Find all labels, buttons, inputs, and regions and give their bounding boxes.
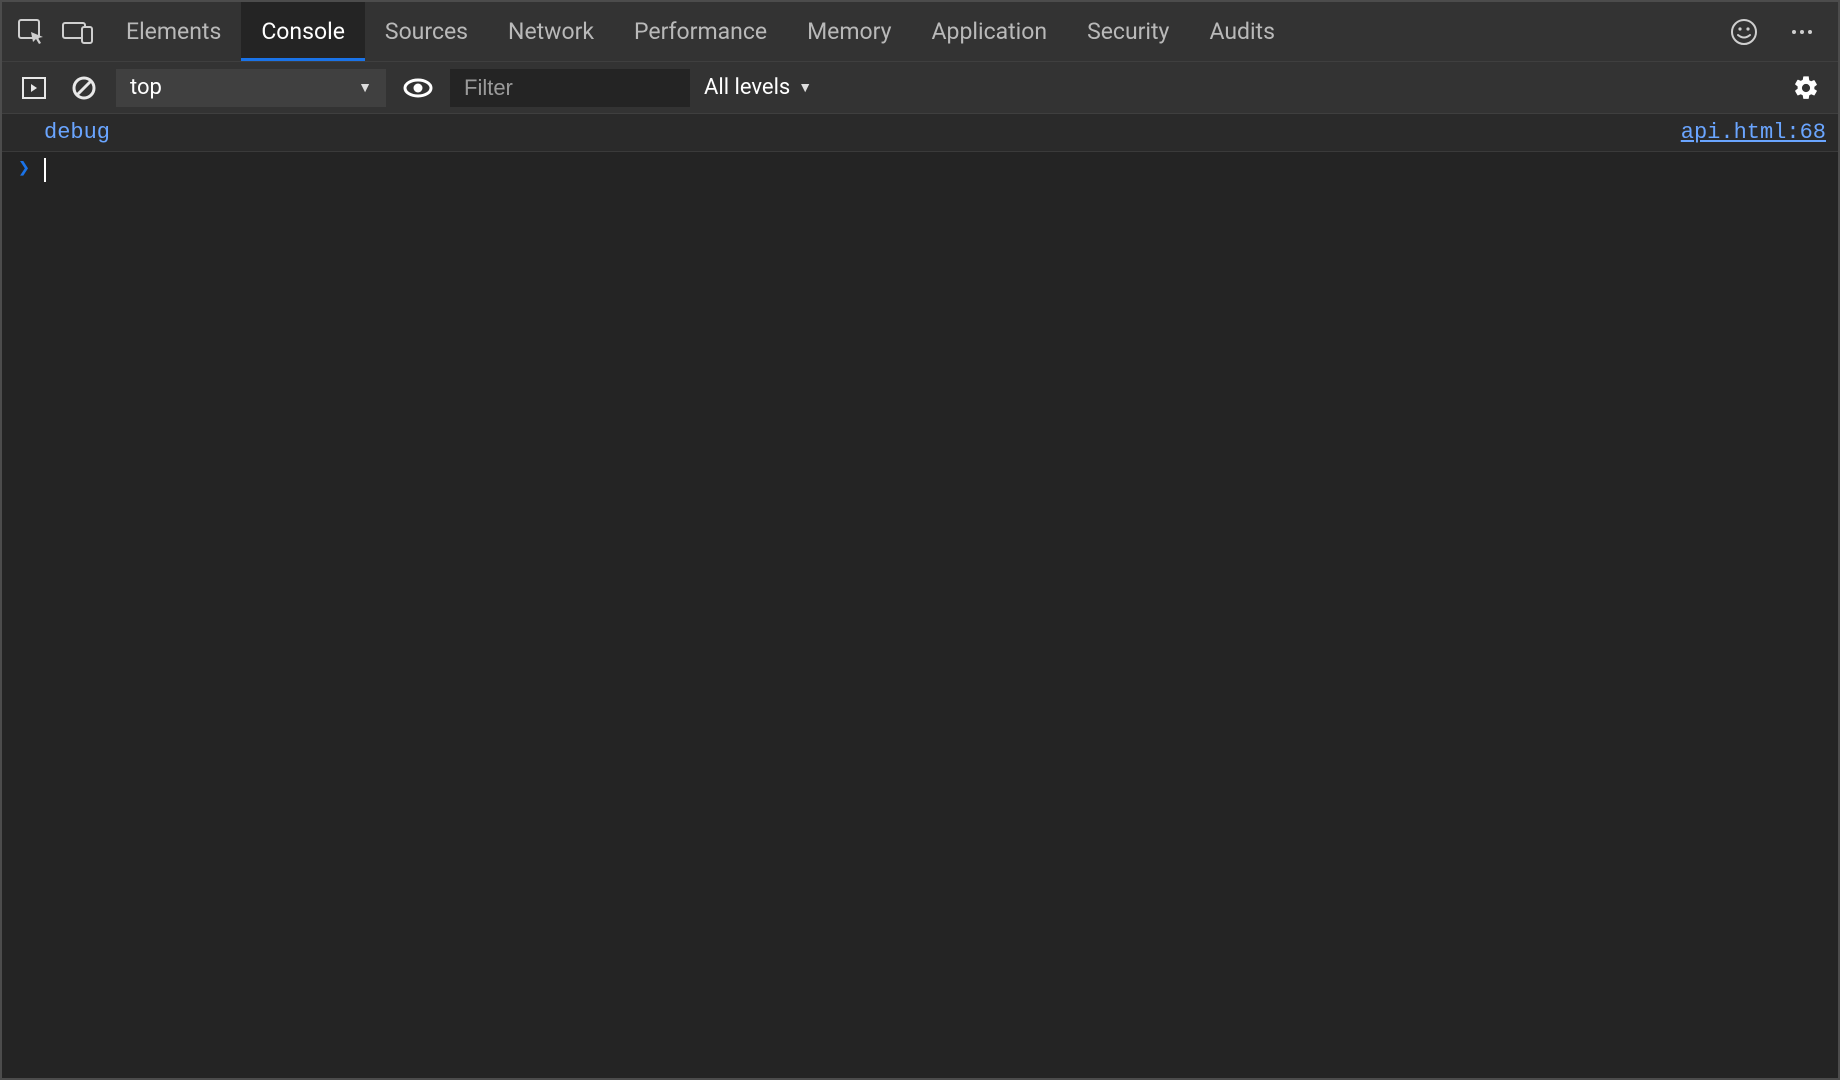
tab-console[interactable]: Console (241, 2, 365, 61)
prompt-arrow-icon: ❯ (18, 155, 30, 185)
console-body[interactable]: debug api.html:68 ❯ (2, 114, 1838, 1078)
context-selected-label: top (130, 75, 162, 100)
context-select[interactable]: top ▼ (116, 69, 386, 107)
inspect-element-icon[interactable] (14, 14, 50, 50)
tabbar-right-icons (1726, 14, 1830, 50)
filter-input[interactable] (450, 69, 690, 107)
smiley-feedback-icon[interactable] (1726, 14, 1762, 50)
console-toolbar: top ▼ All levels ▼ (2, 62, 1838, 114)
console-prompt-row[interactable]: ❯ (2, 152, 1838, 188)
log-levels-label: All levels (704, 75, 790, 100)
toggle-sidebar-icon[interactable] (16, 70, 52, 106)
tab-application[interactable]: Application (912, 2, 1068, 61)
tab-network[interactable]: Network (488, 2, 614, 61)
text-cursor (44, 158, 46, 182)
tab-elements[interactable]: Elements (106, 2, 241, 61)
clear-console-icon[interactable] (66, 70, 102, 106)
tabs: Elements Console Sources Network Perform… (106, 2, 1295, 61)
chevron-down-icon: ▼ (798, 79, 812, 96)
devtools-window: Elements Console Sources Network Perform… (0, 0, 1840, 1080)
tab-security[interactable]: Security (1067, 2, 1189, 61)
console-source-link[interactable]: api.html:68 (1681, 116, 1826, 149)
tab-memory[interactable]: Memory (787, 2, 911, 61)
device-toggle-icon[interactable] (60, 14, 96, 50)
tabbar: Elements Console Sources Network Perform… (2, 2, 1838, 62)
tabbar-left-icons (10, 14, 106, 50)
console-message-text: debug (44, 116, 110, 149)
tab-audits[interactable]: Audits (1189, 2, 1295, 61)
log-levels-select[interactable]: All levels ▼ (704, 75, 812, 100)
chevron-down-icon: ▼ (358, 79, 372, 96)
tab-sources[interactable]: Sources (365, 2, 488, 61)
more-menu-icon[interactable] (1784, 14, 1820, 50)
tab-performance[interactable]: Performance (614, 2, 787, 61)
live-expression-icon[interactable] (400, 70, 436, 106)
console-message-row[interactable]: debug api.html:68 (2, 114, 1838, 152)
settings-gear-icon[interactable] (1788, 70, 1824, 106)
